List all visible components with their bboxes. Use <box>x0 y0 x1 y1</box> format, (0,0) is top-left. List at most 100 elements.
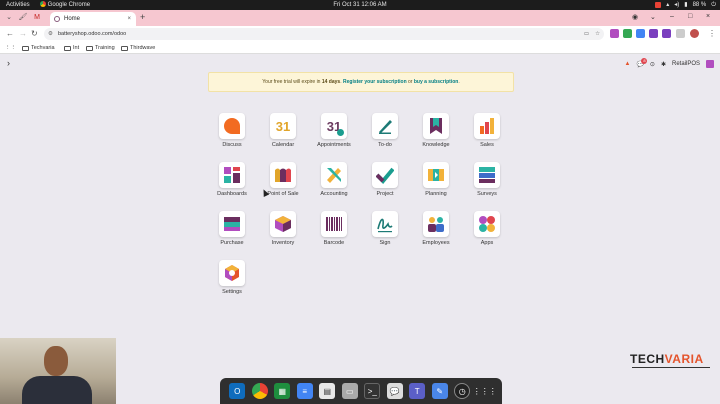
gmail-pinned-tab[interactable]: M <box>32 13 42 23</box>
extension-3-icon[interactable] <box>636 29 645 38</box>
app-settings[interactable]: Settings <box>212 260 252 295</box>
volume-icon: ◂) <box>674 2 680 8</box>
register-subscription-link[interactable]: Register your subscription <box>343 79 407 85</box>
app-calendar[interactable]: 31 Calendar <box>263 113 303 148</box>
bookmark-folder-techvaria[interactable]: Techvaria <box>22 42 55 54</box>
app-label: Calendar <box>271 142 295 148</box>
app-label: Planning <box>425 191 447 197</box>
tab-search-icon[interactable]: ⌄ <box>4 13 14 23</box>
bookmark-folder-thirdwave[interactable]: Thirdwave <box>121 42 155 54</box>
app-accounting[interactable]: Accounting <box>314 162 354 197</box>
bookmark-folder-int[interactable]: Int <box>64 42 79 54</box>
folder-icon <box>22 45 29 51</box>
new-tab-button[interactable]: + <box>140 12 145 22</box>
folder-dock-icon[interactable]: ▭ <box>341 383 358 399</box>
chat-icon[interactable]: 💬 <box>386 383 403 399</box>
forward-icon[interactable]: → <box>19 29 27 39</box>
teams-icon[interactable]: T <box>409 383 426 399</box>
company-switcher[interactable]: RetailPOS <box>672 61 700 67</box>
apps-grid-icon[interactable]: ⋮⋮ <box>5 42 16 54</box>
app-indicator-icon[interactable] <box>655 2 662 8</box>
tab-strip: ⌄ 🖌 M Home × + ◉ ⌄ – □ × <box>0 10 720 26</box>
messages-icon[interactable]: 💬 8 <box>636 57 648 68</box>
sign-icon <box>372 211 398 237</box>
extensions-puzzle-icon[interactable] <box>676 29 685 38</box>
extension-4-icon[interactable] <box>649 29 658 38</box>
app-apps[interactable]: Apps <box>467 211 507 246</box>
bookmark-star-icon[interactable]: ☆ <box>595 28 600 40</box>
app-label: Knowledge <box>422 142 450 148</box>
maximize-icon[interactable]: □ <box>688 13 692 20</box>
menu-toggle-chevron-icon[interactable]: › <box>7 58 10 68</box>
settings-icon[interactable]: ✱ <box>661 61 666 68</box>
app-todo[interactable]: To-do <box>365 113 405 148</box>
app-knowledge[interactable]: Knowledge <box>416 113 456 148</box>
tab-close-icon[interactable]: × <box>127 12 131 26</box>
sheets-icon[interactable]: ▦ <box>274 383 291 399</box>
techvaria-logo: TECHVARIA <box>630 352 704 366</box>
knowledge-icon <box>423 113 449 139</box>
reload-icon[interactable]: ↻ <box>31 29 38 39</box>
app-inventory[interactable]: Inventory <box>263 211 303 246</box>
app-employees[interactable]: Employees <box>416 211 456 246</box>
sales-icon <box>474 113 500 139</box>
buy-subscription-link[interactable]: buy a subscription <box>414 79 458 85</box>
check-badge-icon <box>337 129 344 136</box>
clock-app-icon[interactable]: ◷ <box>454 383 471 399</box>
app-sign[interactable]: Sign <box>365 211 405 246</box>
app-surveys[interactable]: Surveys <box>467 162 507 197</box>
minimize-icon[interactable]: – <box>670 13 674 20</box>
app-barcode[interactable]: Barcode <box>314 211 354 246</box>
window-close-icon[interactable]: × <box>706 13 710 20</box>
app-sales[interactable]: Sales <box>467 113 507 148</box>
webcam-overlay <box>0 338 116 404</box>
chrome-menu-icon[interactable]: ⋮ <box>708 29 716 39</box>
files-icon[interactable]: ▤ <box>319 383 336 399</box>
text-editor-icon[interactable]: ✎ <box>431 383 448 399</box>
terminal-icon[interactable]: >_ <box>364 383 381 399</box>
user-avatar[interactable] <box>706 60 714 68</box>
trial-expiry-banner: Your free trial will expire in 14 days. … <box>208 72 514 92</box>
pinned-tab-1[interactable]: 🖌 <box>18 13 28 23</box>
app-label: Settings <box>222 289 242 295</box>
bookmark-folder-training[interactable]: Training <box>86 42 115 54</box>
chrome-dock-icon[interactable] <box>251 383 268 399</box>
outlook-icon[interactable]: O <box>229 383 246 399</box>
app-purchase[interactable]: Purchase <box>212 211 252 246</box>
docs-icon[interactable]: ≡ <box>296 383 313 399</box>
app-project[interactable]: Project <box>365 162 405 197</box>
banner-days: 14 days <box>321 79 341 85</box>
profile-avatar[interactable] <box>690 29 699 38</box>
activity-clock-icon[interactable]: ⊙ <box>650 61 655 68</box>
folder-icon <box>121 45 128 51</box>
site-info-icon[interactable]: ⚙ <box>48 28 53 40</box>
app-planning[interactable]: Planning <box>416 162 456 197</box>
inventory-icon <box>270 211 296 237</box>
notification-badge: 8 <box>641 57 648 64</box>
logo-part-2: VARIA <box>664 352 704 366</box>
extension-2-icon[interactable] <box>623 29 632 38</box>
app-dashboards[interactable]: Dashboards <box>212 162 252 197</box>
back-icon[interactable]: ← <box>6 29 14 39</box>
app-label: To-do <box>378 142 392 148</box>
banner-suffix: . <box>458 79 460 85</box>
address-bar[interactable]: ⚙ batteryshop.odoo.com/odoo ▭ ☆ <box>44 28 604 40</box>
chrome-extension-icon[interactable]: ◉ <box>632 13 638 21</box>
tab-title: Home <box>64 16 81 22</box>
debug-icon[interactable]: ▲ <box>624 61 630 67</box>
calendar-day: 31 <box>275 118 291 134</box>
network-icon: ▴ <box>666 2 670 8</box>
cast-icon[interactable]: ▭ <box>584 28 589 40</box>
show-apps-icon[interactable]: ⋮⋮⋮ <box>473 383 497 399</box>
extension-5-icon[interactable] <box>662 29 671 38</box>
app-discuss[interactable]: Discuss <box>212 113 252 148</box>
system-tray[interactable]: ▴ ◂) ▮ 88 % ⏻ <box>655 0 716 10</box>
app-appointments[interactable]: 31 Appointments <box>314 113 354 148</box>
url-text: batteryshop.odoo.com/odoo <box>58 31 127 37</box>
extension-1-icon[interactable] <box>610 29 619 38</box>
app-point-of-sale[interactable]: Point of Sale <box>263 162 303 197</box>
tab-menu-icon[interactable]: ⌄ <box>650 13 656 21</box>
tab-home[interactable]: Home × <box>50 12 136 26</box>
clock[interactable]: Fri Oct 31 12:06 AM <box>0 0 720 10</box>
barcode-icon <box>321 211 347 237</box>
